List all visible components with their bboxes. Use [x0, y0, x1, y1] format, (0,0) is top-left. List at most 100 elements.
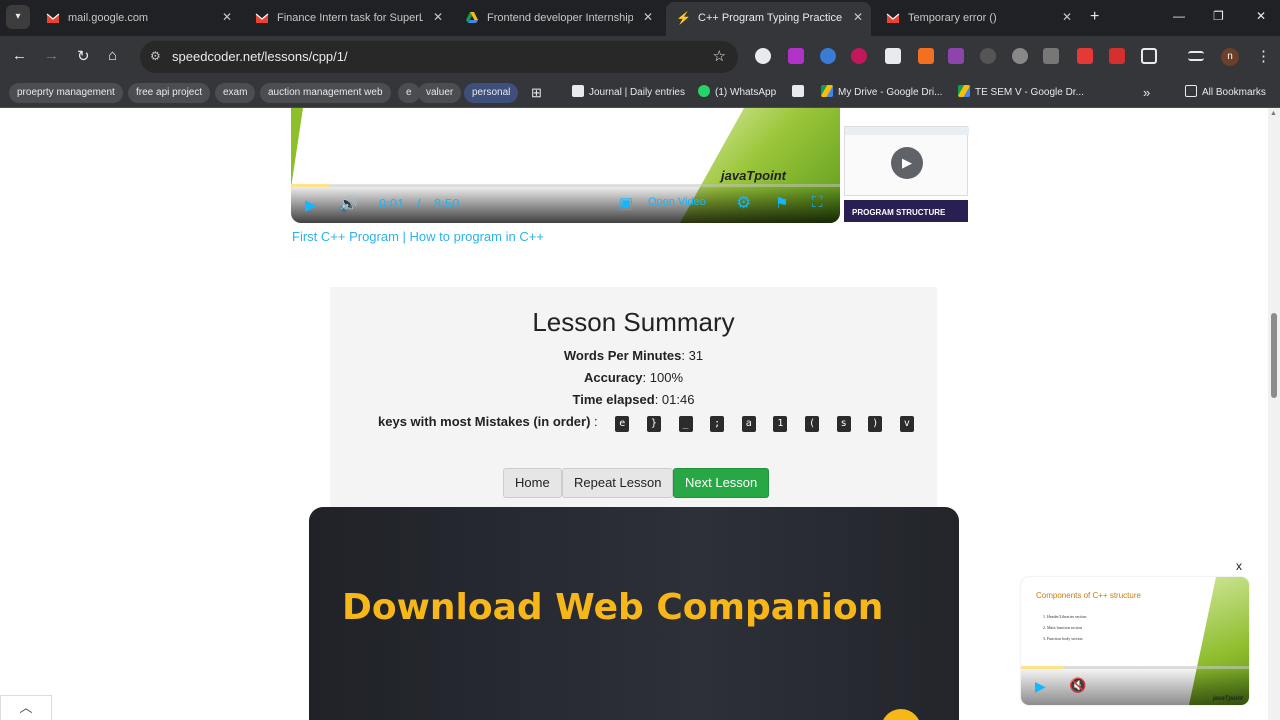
- thumbnail-toolbar: [845, 127, 969, 135]
- url-text[interactable]: speedcoder.net/lessons/cpp/1/: [172, 49, 348, 64]
- banner-headline: Download Web Companion: [342, 587, 884, 628]
- bookmark-medium[interactable]: [792, 83, 809, 103]
- tab-frontend-internship[interactable]: Frontend developer Internship - S ✕: [455, 0, 661, 36]
- flag-icon[interactable]: ⚑: [775, 194, 788, 212]
- extension-react-icon[interactable]: [1012, 48, 1028, 64]
- video-current-time: 0:01: [379, 196, 405, 211]
- extension-translate-icon[interactable]: [948, 48, 964, 64]
- speedcoder-icon: ⚡: [676, 11, 691, 25]
- video-player[interactable]: javaTpoint ▶ 🔊 0:01 / 8:50 ▣ Open Video …: [291, 108, 840, 223]
- address-bar[interactable]: ⚙ speedcoder.net/lessons/cpp/1/ ☆: [140, 41, 738, 73]
- close-tab-icon[interactable]: ✕: [433, 10, 443, 24]
- mini-progress-bar[interactable]: [1021, 666, 1249, 669]
- bookmark-folder[interactable]: exam: [215, 83, 256, 103]
- time-elapsed-stat: Time elapsed: 01:46: [330, 392, 937, 407]
- bookmark-folder[interactable]: free api project: [128, 83, 211, 103]
- extension-check-icon[interactable]: [820, 48, 836, 64]
- mini-slide-item: Header/Libraries section: [1047, 611, 1086, 622]
- extension-bug-icon[interactable]: [980, 48, 996, 64]
- extension-download-icon[interactable]: [788, 48, 804, 64]
- close-tab-icon[interactable]: ✕: [1062, 10, 1072, 24]
- repeat-lesson-button[interactable]: Repeat Lesson: [562, 468, 674, 498]
- related-video-thumbnail[interactable]: ▶: [844, 126, 969, 196]
- close-tab-icon[interactable]: ✕: [222, 10, 232, 24]
- bookmark-journal[interactable]: Journal | Daily entries: [572, 83, 685, 103]
- settings-gear-icon[interactable]: ⚙: [736, 193, 751, 213]
- play-icon[interactable]: ▶: [305, 196, 317, 214]
- tab-title: C++ Program Typing Practice | Sp: [698, 12, 843, 24]
- mistake-key: (: [805, 416, 820, 432]
- extension-youtube-icon[interactable]: [1077, 48, 1093, 64]
- muted-volume-icon[interactable]: 🔇: [1069, 677, 1086, 694]
- home-icon[interactable]: ⌂: [108, 47, 117, 64]
- tab-speedcoder[interactable]: ⚡ C++ Program Typing Practice | Sp ✕: [666, 2, 871, 36]
- mistake-key: v: [899, 416, 914, 432]
- accuracy-label: Accuracy: [583, 370, 643, 385]
- more-bookmarks-icon[interactable]: »: [1143, 83, 1150, 103]
- bookmark-my-drive[interactable]: My Drive - Google Dri...: [821, 83, 942, 103]
- open-video-link[interactable]: Open Video: [648, 196, 706, 208]
- new-tab-button[interactable]: +: [1090, 8, 1099, 26]
- video-total-time: 8:50: [434, 196, 460, 211]
- bookmark-te-sem[interactable]: TE SEM V - Google Dr...: [958, 83, 1084, 103]
- bookmark-folder[interactable]: personal: [464, 83, 519, 103]
- extension-office-icon[interactable]: [918, 48, 934, 64]
- extension-play-icon[interactable]: [1109, 48, 1125, 64]
- mini-player-close-button[interactable]: x: [1236, 559, 1242, 573]
- volume-icon[interactable]: 🔊: [339, 195, 358, 213]
- tab-title: mail.google.com: [68, 12, 149, 24]
- google-drive-icon: [466, 12, 478, 23]
- extension-clock-icon[interactable]: [755, 48, 771, 64]
- extension-window-icon[interactable]: [885, 48, 901, 64]
- tab-finance-intern[interactable]: Finance Intern task for SuperLabs ✕: [245, 0, 451, 36]
- back-icon[interactable]: ←: [12, 47, 27, 64]
- close-window-icon[interactable]: ✕: [1256, 9, 1266, 23]
- close-tab-icon[interactable]: ✕: [643, 10, 653, 24]
- extension-record-icon[interactable]: [851, 48, 867, 64]
- tab-strip: ▾ mail.google.com ✕ Finance Intern task …: [0, 0, 1280, 36]
- video-progress-bar[interactable]: [291, 184, 840, 187]
- page-scrollbar[interactable]: ▲: [1268, 108, 1280, 720]
- gmail-icon: [886, 13, 900, 23]
- tab-temporary-error[interactable]: Temporary error () ✕: [876, 0, 1080, 36]
- play-icon[interactable]: ▶: [891, 147, 923, 179]
- tab-title: Temporary error (): [908, 12, 997, 24]
- menu-kebab-icon[interactable]: ⋮: [1256, 47, 1271, 65]
- ad-banner[interactable]: Download Web Companion: [309, 507, 959, 720]
- all-bookmarks[interactable]: All Bookmarks: [1185, 83, 1266, 103]
- next-lesson-button[interactable]: Next Lesson: [673, 468, 770, 498]
- extension-screen-icon[interactable]: [1043, 48, 1059, 64]
- site-info-icon[interactable]: ⚙: [150, 49, 161, 63]
- bookmark-folder[interactable]: proeprty management: [9, 83, 123, 103]
- bookmark-folder[interactable]: e: [398, 83, 420, 103]
- reload-icon[interactable]: ↻: [77, 47, 90, 65]
- mini-video-player[interactable]: Components of C++ structure Header/Libra…: [1021, 577, 1249, 705]
- tab-gmail[interactable]: mail.google.com ✕: [36, 0, 240, 36]
- minimize-icon[interactable]: —: [1173, 9, 1185, 23]
- forward-icon[interactable]: →: [44, 47, 59, 64]
- home-button[interactable]: Home: [503, 468, 562, 498]
- mistake-key: e: [615, 416, 630, 432]
- reading-list-icon[interactable]: [1188, 51, 1204, 61]
- play-icon[interactable]: ▶: [1035, 678, 1046, 695]
- wpm-stat: Words Per Minutes: 31: [330, 348, 937, 363]
- video-title-link[interactable]: First C++ Program | How to program in C+…: [292, 229, 544, 244]
- scrollbar-thumb[interactable]: [1271, 313, 1277, 398]
- restore-icon[interactable]: ❐: [1213, 9, 1224, 23]
- bookmark-star-icon[interactable]: ☆: [713, 47, 726, 65]
- extensions-puzzle-icon[interactable]: [1141, 48, 1157, 64]
- profile-avatar[interactable]: n: [1221, 48, 1239, 66]
- close-tab-icon[interactable]: ✕: [853, 10, 863, 24]
- notion-icon: [572, 85, 584, 97]
- tab-search-icon[interactable]: ▾: [6, 5, 30, 29]
- picture-in-picture-icon[interactable]: ▣: [619, 194, 633, 212]
- scroll-to-top-button[interactable]: ︿: [0, 695, 52, 720]
- apps-grid-icon[interactable]: ⊞: [531, 83, 542, 103]
- scroll-up-icon[interactable]: ▲: [1270, 110, 1277, 117]
- bookmark-whatsapp[interactable]: (1) WhatsApp: [698, 83, 776, 103]
- bookmark-folder[interactable]: valuer: [418, 83, 462, 103]
- related-video-thumbnail[interactable]: PROGRAM STRUCTURE: [844, 200, 968, 222]
- mistake-keys-separator: :: [590, 414, 598, 429]
- bookmark-folder[interactable]: auction management web: [260, 83, 391, 103]
- fullscreen-icon[interactable]: ⛶: [812, 194, 823, 211]
